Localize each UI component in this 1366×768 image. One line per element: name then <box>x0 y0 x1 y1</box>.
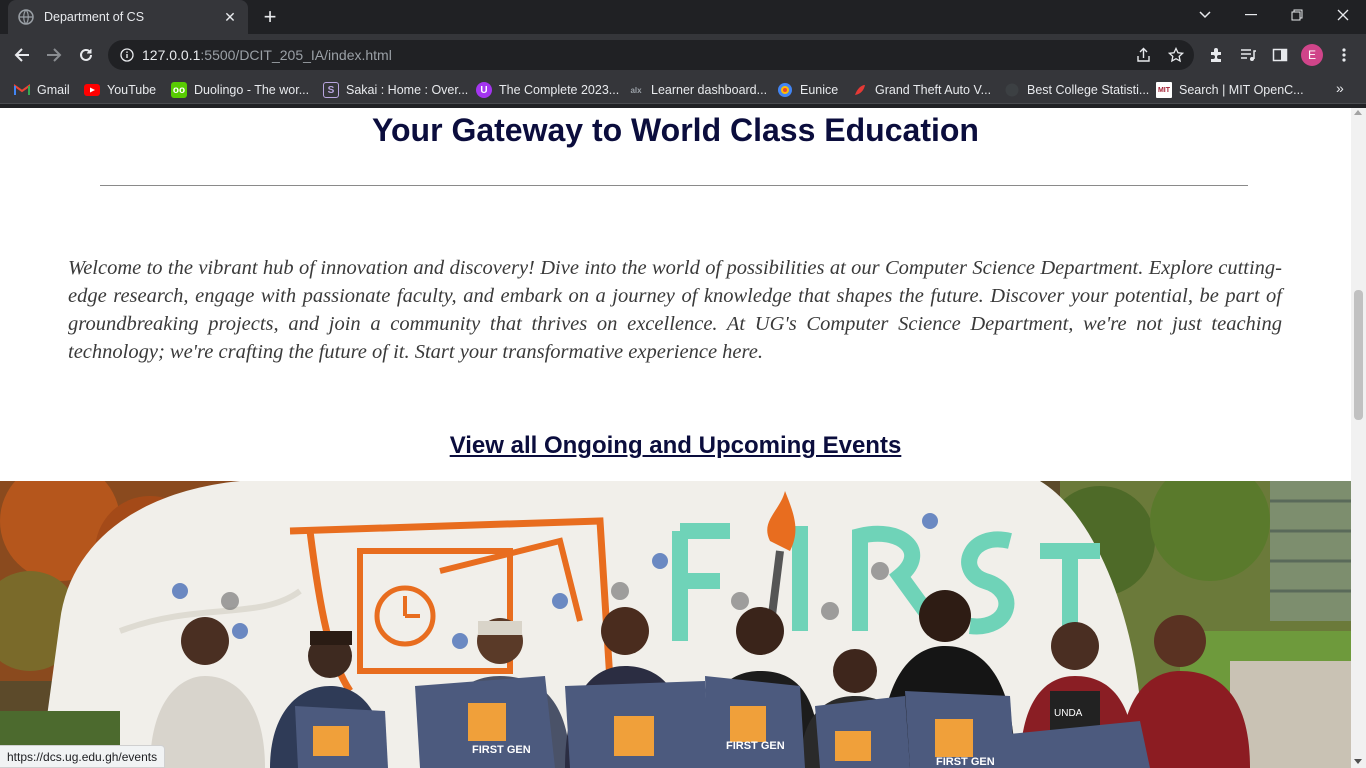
mit-icon: MIT <box>1156 82 1172 98</box>
divider <box>100 185 1248 186</box>
media-control-icon[interactable] <box>1234 41 1262 69</box>
reload-icon[interactable] <box>72 41 100 69</box>
bookmark-star-icon[interactable] <box>1166 45 1186 65</box>
udemy-icon: U <box>476 82 492 98</box>
gmail-icon <box>14 82 30 98</box>
scroll-thumb[interactable] <box>1354 290 1363 420</box>
view-events-link[interactable]: View all Ongoing and Upcoming Events <box>0 432 1351 460</box>
site-info-icon[interactable] <box>120 48 134 62</box>
youtube-icon <box>84 82 100 98</box>
tab-search-icon[interactable] <box>1182 0 1228 30</box>
bookmark-udemy[interactable]: U The Complete 2023... <box>476 80 619 100</box>
url-path: :5500/DCIT_205_IA/index.html <box>200 47 392 63</box>
close-tab-icon[interactable]: ✕ <box>222 9 238 25</box>
url-host: 127.0.0.1 <box>142 47 201 63</box>
forward-arrow-icon[interactable] <box>40 41 68 69</box>
address-bar[interactable]: 127.0.0.1:5500/DCIT_205_IA/index.html <box>108 40 1194 70</box>
bookmark-duolingo[interactable]: oo Duolingo - The wor... <box>171 80 309 100</box>
bookmark-alx[interactable]: alx Learner dashboard... <box>628 80 767 100</box>
profile-avatar[interactable]: E <box>1301 44 1323 66</box>
bookmark-mit[interactable]: MIT Search | MIT OpenC... <box>1156 80 1304 100</box>
gta-icon <box>852 82 868 98</box>
side-panel-icon[interactable] <box>1266 41 1294 69</box>
bookmark-gta[interactable]: Grand Theft Auto V... <box>852 80 991 100</box>
globe-icon <box>18 9 34 25</box>
scroll-down-arrow-icon[interactable] <box>1354 759 1362 764</box>
new-tab-button[interactable]: + <box>258 5 282 29</box>
more-menu-icon[interactable] <box>1330 41 1358 69</box>
bookmark-youtube[interactable]: YouTube <box>84 80 156 100</box>
page-heading: Your Gateway to World Class Education <box>372 112 979 148</box>
duolingo-icon: oo <box>171 82 187 98</box>
sakai-icon: S <box>323 82 339 98</box>
tab-strip: Department of CS ✕ + <box>0 0 1366 34</box>
tab-department-of-cs[interactable]: Department of CS ✕ <box>8 0 248 34</box>
bookmark-college-stats[interactable]: Best College Statisti... <box>1004 80 1149 100</box>
bookmark-sakai[interactable]: S Sakai : Home : Over... <box>323 80 468 100</box>
extensions-icon[interactable] <box>1202 41 1230 69</box>
close-window-icon[interactable] <box>1320 0 1366 30</box>
bookmark-gmail[interactable]: Gmail <box>14 80 70 100</box>
shirt-caption-text: UNDA <box>1054 708 1083 719</box>
link-status-bar: https://dcs.ug.edu.gh/events <box>0 745 166 768</box>
more-bookmarks-icon[interactable]: » <box>1336 80 1344 96</box>
page-scrollbar[interactable] <box>1351 108 1366 768</box>
share-icon[interactable] <box>1134 45 1154 65</box>
globe-icon <box>1004 82 1020 98</box>
shirt-text: FIRST GEN <box>726 740 785 752</box>
alx-icon: alx <box>630 85 642 95</box>
scroll-up-arrow-icon[interactable] <box>1354 110 1362 115</box>
intro-paragraph: Welcome to the vibrant hub of innovation… <box>68 257 1282 363</box>
minimize-icon[interactable] <box>1228 0 1274 30</box>
shirt-text: FIRST GEN <box>472 744 531 756</box>
page-viewport: Your Gateway to World Class Education We… <box>0 108 1351 768</box>
restore-icon[interactable] <box>1274 0 1320 30</box>
shirt-text: FIRST GEN <box>936 756 995 768</box>
tab-title: Department of CS <box>44 10 145 24</box>
back-arrow-icon[interactable] <box>8 41 36 69</box>
browser-toolbar: 127.0.0.1:5500/DCIT_205_IA/index.html E <box>0 34 1366 76</box>
bookmark-eunice[interactable]: Eunice <box>777 80 838 100</box>
students-group-photo: FIRST GEN FIRST GEN FIRST GEN UNDA <box>0 481 1351 768</box>
bookmarks-bar: Gmail YouTube oo Duolingo - The wor... S… <box>0 76 1366 104</box>
eunice-icon <box>777 82 793 98</box>
